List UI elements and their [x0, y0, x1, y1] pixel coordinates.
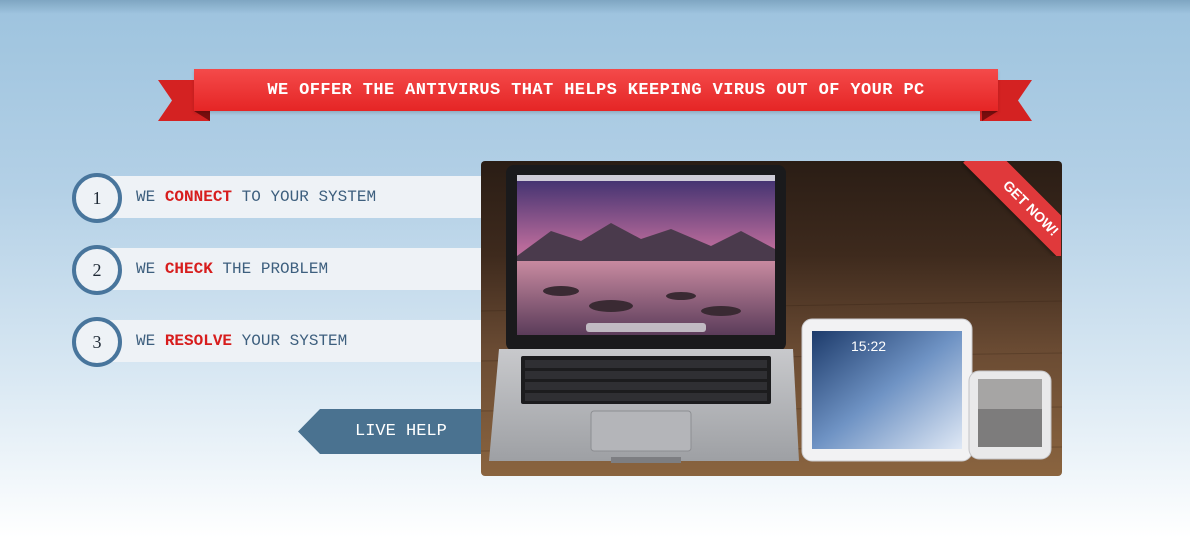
live-help-label: LIVE HELP	[355, 422, 447, 441]
step-number-badge: 1	[72, 173, 122, 223]
get-now-label[interactable]: GET NOW!	[963, 161, 1061, 256]
get-now-badge[interactable]: GET NOW!	[961, 161, 1061, 256]
step-number-badge: 2	[72, 245, 122, 295]
tablet: 15:22	[801, 318, 973, 462]
step-number-badge: 3	[72, 317, 122, 367]
step-highlight: CHECK	[164, 260, 213, 278]
step-check: WE CHECK THE PROBLEM 2	[70, 245, 481, 295]
top-shadow	[0, 0, 1190, 14]
step-label: WE RESOLVE YOUR SYSTEM	[136, 332, 348, 350]
tablet-clock: 15:22	[851, 338, 886, 354]
step-highlight: CONNECT	[164, 188, 233, 206]
step-resolve: WE RESOLVE YOUR SYSTEM 3	[70, 317, 481, 367]
step-connect: WE CONNECT TO YOUR SYSTEM 1	[70, 173, 481, 223]
product-devices-image: 15:22 GET NOW!	[481, 161, 1062, 476]
step-label: WE CONNECT TO YOUR SYSTEM	[136, 188, 377, 206]
headline-text: WE OFFER THE ANTIVIRUS THAT HELPS KEEPIN…	[267, 80, 925, 100]
step-label: WE CHECK THE PROBLEM	[136, 260, 329, 278]
phone	[968, 370, 1052, 460]
headline-banner: WE OFFER THE ANTIVIRUS THAT HELPS KEEPIN…	[194, 69, 998, 111]
step-bar: WE CONNECT TO YOUR SYSTEM	[110, 176, 481, 218]
step-bar: WE RESOLVE YOUR SYSTEM	[110, 320, 481, 362]
laptop	[489, 165, 799, 463]
step-highlight: RESOLVE	[164, 332, 233, 350]
step-bar: WE CHECK THE PROBLEM	[110, 248, 481, 290]
live-help-button[interactable]: LIVE HELP	[298, 409, 481, 454]
